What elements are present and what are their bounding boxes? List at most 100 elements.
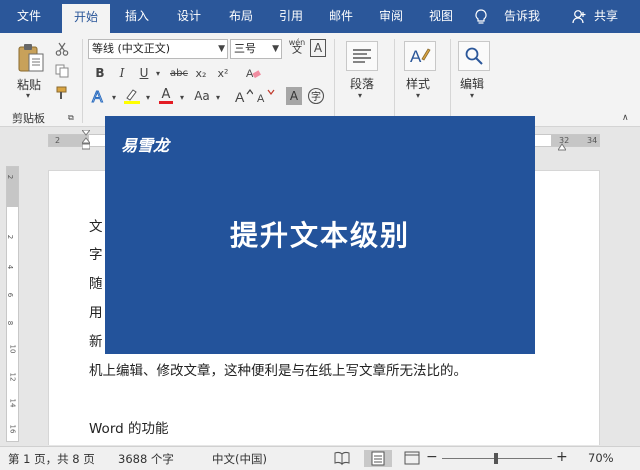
format-painter-icon[interactable]: [54, 85, 70, 101]
font-color-swatch: [159, 101, 173, 104]
indent-marker[interactable]: [80, 129, 92, 152]
ribbon-separator: [334, 39, 335, 123]
font-color-dropdown-icon[interactable]: ▾: [178, 90, 186, 104]
vertical-ruler-mark: 4: [6, 264, 15, 270]
shrink-font-icon[interactable]: A: [256, 87, 276, 105]
vertical-ruler[interactable]: 2 2 4 6 8 10 12 14 16: [6, 166, 19, 442]
page-count-status[interactable]: 第 1 页，共 8 页: [8, 451, 95, 467]
share-button[interactable]: 共享: [586, 0, 626, 33]
vertical-ruler-mark: 2: [6, 234, 15, 240]
change-case-button[interactable]: Aa: [190, 87, 214, 105]
highlight-dropdown-icon[interactable]: ▾: [144, 90, 152, 104]
zoom-in-button[interactable]: +: [556, 449, 568, 466]
vertical-ruler-mark: 12: [8, 372, 17, 382]
tab-references[interactable]: 引用: [270, 0, 312, 33]
tab-design[interactable]: 设计: [168, 0, 210, 33]
collapse-ribbon-icon[interactable]: ∧: [622, 113, 629, 123]
phonetic-guide-button[interactable]: wén 文: [286, 37, 308, 57]
underline-button[interactable]: U: [136, 65, 152, 81]
overlay-title: 提升文本级别: [229, 219, 410, 252]
vertical-ruler-margin: [7, 167, 18, 207]
vertical-ruler-mark: 16: [8, 424, 17, 434]
clipboard-group-label: 剪贴板: [12, 112, 45, 125]
search-icon[interactable]: [458, 41, 490, 71]
paragraph-button[interactable]: 段落: [350, 75, 374, 92]
svg-text:A: A: [92, 89, 103, 105]
vertical-ruler-mark: 2: [6, 174, 15, 180]
vertical-ruler-mark: 8: [6, 320, 15, 326]
editing-dropdown-icon[interactable]: ▾: [470, 91, 474, 100]
web-layout-icon[interactable]: [404, 450, 420, 467]
zoom-slider-handle[interactable]: [494, 453, 498, 464]
clear-formatting-icon[interactable]: A: [244, 65, 262, 81]
ribbon-separator: [82, 39, 83, 123]
clipboard-launcher-icon[interactable]: ⧉: [68, 113, 74, 123]
font-name-value: 等线 (中文正文): [92, 42, 171, 55]
font-color-letter: A: [161, 87, 171, 102]
svg-text:字: 字: [311, 90, 321, 103]
ribbon-tab-bar: 文件 开始 插入 设计 布局 引用 邮件 审阅 视图 告诉我 共享: [0, 0, 640, 33]
status-bar: 第 1 页，共 8 页 3688 个字 中文(中国) − + 70%: [0, 446, 640, 470]
tab-review[interactable]: 审阅: [370, 0, 412, 33]
cut-icon[interactable]: [54, 41, 70, 57]
highlight-icon[interactable]: [122, 87, 142, 105]
document-line: 字: [89, 247, 103, 263]
text-effects-dropdown-icon[interactable]: ▾: [110, 90, 118, 104]
tell-me-button[interactable]: 告诉我: [498, 0, 546, 33]
paragraph-dropdown-icon[interactable]: ▾: [358, 91, 362, 100]
zoom-out-button[interactable]: −: [426, 449, 438, 466]
tab-insert[interactable]: 插入: [116, 0, 158, 33]
document-line: 文: [89, 219, 103, 235]
svg-text:A: A: [257, 93, 265, 104]
ruler-mark: 34: [587, 136, 598, 145]
ribbon-separator: [394, 39, 395, 123]
paste-dropdown-icon[interactable]: ▾: [26, 91, 30, 100]
superscript-button[interactable]: x²: [214, 65, 232, 81]
enclose-characters-icon[interactable]: 字: [306, 87, 326, 105]
wen-char-icon: 文: [292, 45, 302, 56]
bold-button[interactable]: B: [92, 65, 108, 81]
italic-button[interactable]: I: [114, 65, 130, 81]
font-size-combo[interactable]: 三号 ▼: [230, 39, 282, 59]
tab-home[interactable]: 开始: [62, 4, 110, 33]
styles-button[interactable]: 样式: [406, 75, 430, 92]
editing-button[interactable]: 编辑: [460, 75, 484, 92]
character-border-icon[interactable]: A: [310, 39, 326, 57]
character-shading-button[interactable]: A: [286, 87, 302, 105]
styles-icon[interactable]: A: [404, 41, 436, 71]
svg-text:A: A: [235, 89, 245, 104]
vertical-ruler-mark: 6: [6, 292, 15, 298]
tab-mailings[interactable]: 邮件: [320, 0, 362, 33]
paste-icon[interactable]: [14, 41, 48, 75]
ribbon-separator: [450, 39, 451, 123]
zoom-level[interactable]: 70%: [588, 451, 614, 465]
tab-view[interactable]: 视图: [420, 0, 462, 33]
strikethrough-button[interactable]: abc: [168, 65, 190, 81]
font-name-combo[interactable]: 等线 (中文正文) ▼: [88, 39, 228, 59]
read-mode-icon[interactable]: [334, 450, 350, 467]
tab-layout[interactable]: 布局: [220, 0, 262, 33]
underline-dropdown-icon[interactable]: ▾: [154, 66, 162, 80]
ruler-mark: 2: [55, 136, 61, 145]
styles-dropdown-icon[interactable]: ▾: [416, 91, 420, 100]
svg-text:A: A: [410, 47, 422, 66]
print-layout-icon[interactable]: [364, 450, 392, 467]
copy-icon[interactable]: [54, 63, 70, 79]
user-icon[interactable]: [572, 9, 586, 28]
change-case-dropdown-icon[interactable]: ▾: [214, 90, 222, 104]
lightbulb-icon[interactable]: [474, 9, 488, 28]
chevron-down-icon: ▼: [272, 44, 279, 54]
grow-font-icon[interactable]: A: [234, 87, 254, 105]
text-effects-icon[interactable]: A: [90, 87, 108, 106]
document-line: 机上编辑、修改文章，这种便利是与在纸上写文章所无法比的。: [89, 363, 467, 379]
title-overlay-card: 易雪龙 提升文本级别: [105, 116, 535, 354]
right-indent-marker[interactable]: [557, 140, 567, 151]
font-color-icon[interactable]: A: [156, 87, 176, 105]
vertical-ruler-mark: 14: [8, 398, 17, 408]
tab-file[interactable]: 文件: [8, 0, 50, 33]
subscript-button[interactable]: x₂: [192, 65, 210, 81]
word-count-status[interactable]: 3688 个字: [118, 451, 174, 467]
document-heading: Word 的功能: [89, 421, 169, 437]
paragraph-icon[interactable]: [346, 41, 378, 71]
language-status[interactable]: 中文(中国): [212, 451, 267, 467]
